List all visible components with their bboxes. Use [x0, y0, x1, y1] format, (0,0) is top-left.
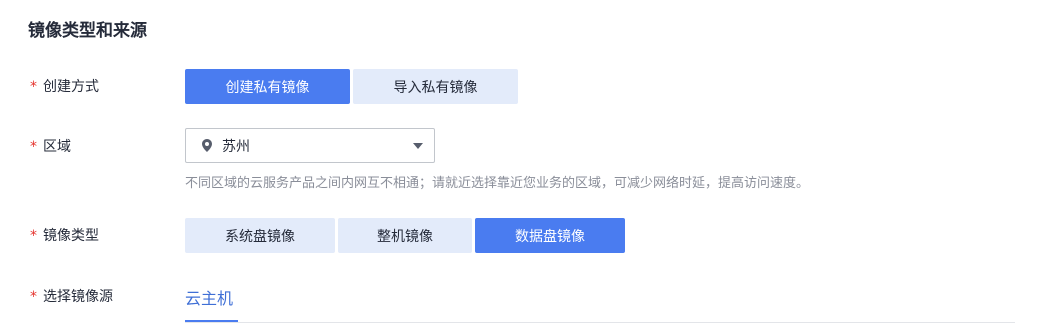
- data-disk-image-button[interactable]: 数据盘镜像: [475, 218, 625, 253]
- image-type-segmented: 系统盘镜像 整机镜像 数据盘镜像: [185, 218, 628, 253]
- create-method-label: * 创建方式: [30, 77, 99, 97]
- region-hint: 不同区域的云服务产品之间内网互不相通；请就近选择靠近您业务的区域，可减少网络时延…: [185, 176, 810, 191]
- region-label-text: 区域: [43, 139, 71, 155]
- tab-cloud-host[interactable]: 云主机: [185, 288, 233, 310]
- region-select[interactable]: 苏州: [185, 128, 435, 163]
- chevron-down-icon: [413, 143, 423, 149]
- required-mark: *: [30, 289, 37, 305]
- required-mark: *: [30, 79, 37, 95]
- location-pin-icon: [200, 138, 214, 154]
- image-type-label-text: 镜像类型: [43, 228, 99, 244]
- import-private-image-button[interactable]: 导入私有镜像: [353, 69, 518, 104]
- region-value: 苏州: [222, 138, 250, 155]
- section-title: 镜像类型和来源: [28, 21, 147, 41]
- region-label: * 区域: [30, 137, 71, 157]
- required-mark: *: [30, 228, 37, 244]
- full-machine-image-button[interactable]: 整机镜像: [338, 218, 472, 253]
- create-private-image-button[interactable]: 创建私有镜像: [185, 69, 350, 104]
- tab-active-indicator: [185, 320, 238, 322]
- system-disk-image-button[interactable]: 系统盘镜像: [185, 218, 335, 253]
- image-type-label: * 镜像类型: [30, 226, 99, 246]
- create-method-label-text: 创建方式: [43, 79, 99, 95]
- image-source-label: * 选择镜像源: [30, 287, 113, 307]
- required-mark: *: [30, 139, 37, 155]
- create-method-segmented: 创建私有镜像 导入私有镜像: [185, 69, 521, 104]
- image-source-label-text: 选择镜像源: [43, 289, 113, 305]
- tab-divider: [185, 322, 1015, 323]
